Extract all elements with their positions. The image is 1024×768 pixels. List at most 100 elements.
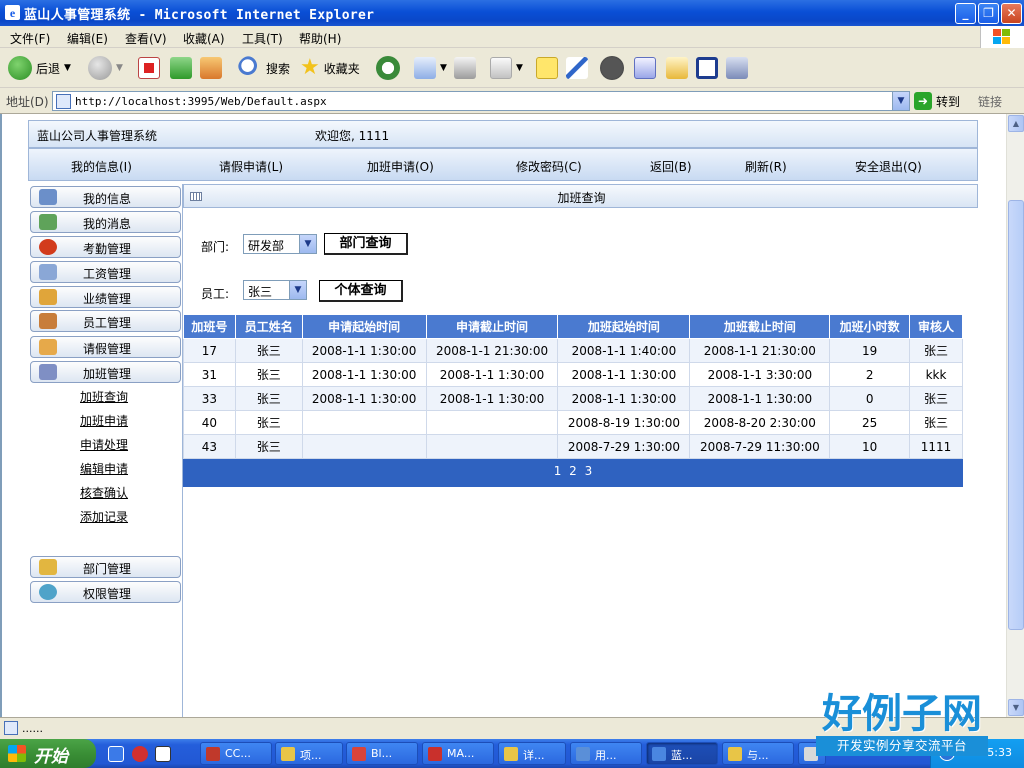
cell-reviewer: 张三 (909, 338, 963, 363)
back-dropdown-icon[interactable]: ▼ (64, 63, 71, 73)
page-link-1[interactable]: 1 (554, 464, 562, 478)
emp-select-value: 张三 (248, 285, 273, 299)
title-bar[interactable]: e 蓝山人事管理系统 - Microsoft Internet Explorer… (0, 0, 1024, 26)
tools-icon[interactable] (726, 57, 748, 79)
sidebar-item-overtime[interactable]: 加班管理 (30, 361, 181, 383)
sidebar-item-attendance[interactable]: 考勤管理 (30, 236, 181, 258)
emp-query-button[interactable]: 个体查询 (319, 280, 403, 302)
task-notepad[interactable]: 与... (722, 742, 794, 765)
messenger-icon[interactable] (566, 57, 588, 79)
table-row[interactable]: 31 张三 2008-1-1 1:30:00 2008-1-1 1:30:00 … (183, 362, 963, 387)
submenu-add-record[interactable]: 添加记录 (80, 508, 128, 525)
search-icon (238, 56, 262, 80)
dept-query-button[interactable]: 部门查询 (324, 233, 408, 255)
note-icon[interactable] (536, 57, 558, 79)
sidebar-item-employees[interactable]: 员工管理 (30, 310, 181, 332)
nav-leave-request[interactable]: 请假申请(L) (219, 158, 283, 175)
b-logo-icon[interactable] (696, 57, 718, 79)
submenu-overtime-apply[interactable]: 加班申请 (80, 412, 128, 429)
submenu-edit-request[interactable]: 编辑申请 (80, 460, 128, 477)
cell-overtime-end: 2008-1-1 3:30:00 (689, 362, 831, 387)
page-icon (56, 94, 71, 109)
home-icon[interactable] (200, 57, 222, 79)
links-button[interactable]: 链接 (978, 93, 1002, 110)
cell-overtime-end: 2008-7-29 11:30:00 (689, 434, 831, 459)
task-folder-project[interactable]: 项... (275, 742, 343, 765)
x-circle-icon[interactable] (600, 56, 624, 80)
forward-dropdown-icon[interactable]: ▼ (116, 63, 123, 73)
submenu-request-process[interactable]: 申请处理 (80, 436, 128, 453)
refresh-icon[interactable] (170, 57, 192, 79)
task-lanshan-active[interactable]: 蓝... (646, 742, 718, 765)
nav-overtime-request[interactable]: 加班申请(O) (367, 158, 434, 175)
menu-edit[interactable]: 编辑(E) (67, 30, 108, 47)
favorites-button[interactable]: ★ 收藏夹 (300, 54, 360, 82)
address-dropdown-icon[interactable]: ▼ (892, 92, 909, 110)
table-row[interactable]: 43 张三 2008-7-29 1:30:00 2008-7-29 11:30:… (183, 434, 963, 459)
pager: 1 2 3 (183, 458, 963, 487)
dept-select[interactable]: 研发部 ▼ (243, 234, 317, 254)
scroll-up-icon[interactable]: ▲ (1008, 115, 1024, 132)
task-user[interactable]: 用... (570, 742, 642, 765)
sidebar-item-my-info[interactable]: 我的信息 (30, 186, 181, 208)
stop-icon[interactable] (138, 57, 160, 79)
back-button[interactable]: 后退 ▼ (8, 54, 71, 82)
cell-overtime-id: 43 (183, 434, 236, 459)
task-ma[interactable]: MA... (422, 742, 494, 765)
emp-select[interactable]: 张三 ▼ (243, 280, 307, 300)
menu-file[interactable]: 文件(F) (10, 30, 50, 47)
task-folder-detail[interactable]: 详... (498, 742, 566, 765)
menu-tools[interactable]: 工具(T) (242, 30, 283, 47)
page-link-3[interactable]: 3 (585, 464, 593, 478)
sidebar-item-permissions[interactable]: 权限管理 (30, 581, 181, 603)
sidebar-item-performance[interactable]: 业绩管理 (30, 286, 181, 308)
quicklaunch-ie-icon[interactable] (108, 746, 124, 762)
address-url[interactable]: http://localhost:3995/Web/Default.aspx (75, 95, 327, 108)
go-button[interactable]: ➜ 转到 (914, 91, 960, 111)
sidebar-item-my-messages[interactable]: 我的消息 (30, 211, 181, 233)
task-bl[interactable]: Bl... (346, 742, 418, 765)
nav-refresh[interactable]: 刷新(R) (745, 158, 787, 175)
quicklaunch-runner-icon[interactable] (155, 746, 171, 762)
task-label: MA... (447, 747, 475, 760)
nav-back[interactable]: 返回(B) (650, 158, 692, 175)
submenu-overtime-query[interactable]: 加班查询 (80, 388, 128, 405)
bookmark-star-icon[interactable] (666, 57, 688, 79)
minimize-button[interactable]: _ (955, 3, 976, 24)
favorites-label: 收藏夹 (323, 61, 360, 76)
table-row[interactable]: 40 张三 2008-8-19 1:30:00 2008-8-20 2:30:0… (183, 410, 963, 435)
search-button[interactable]: 搜索 (238, 54, 290, 82)
page-link-2[interactable]: 2 (569, 464, 577, 478)
vertical-scrollbar[interactable]: ▲ ▼ (1006, 114, 1024, 717)
submenu-verify-confirm[interactable]: 核查确认 (80, 484, 128, 501)
watermark-subtitle: 开发实例分享交流平台 (816, 736, 988, 756)
col-header-overtime-id: 加班号 (183, 314, 236, 339)
menu-help[interactable]: 帮助(H) (299, 30, 341, 47)
sidebar-item-salary[interactable]: 工资管理 (30, 261, 181, 283)
nav-change-password[interactable]: 修改密码(C) (516, 158, 582, 175)
mail-icon[interactable] (414, 57, 436, 79)
menu-favorites[interactable]: 收藏(A) (183, 30, 225, 47)
quicklaunch-stop-icon[interactable] (132, 746, 148, 762)
edit-icon[interactable] (490, 57, 512, 79)
emp-label: 员工: (201, 287, 230, 301)
maximize-button[interactable]: ❐ (978, 3, 999, 24)
task-cc[interactable]: CC... (200, 742, 272, 765)
forward-button[interactable]: ▼ (88, 54, 123, 82)
col-header-apply-start: 申请起始时间 (301, 314, 427, 339)
history-icon[interactable] (376, 56, 400, 80)
close-button[interactable]: ✕ (1001, 3, 1022, 24)
address-input[interactable]: http://localhost:3995/Web/Default.aspx ▼ (52, 91, 910, 111)
menu-view[interactable]: 查看(V) (125, 30, 167, 47)
scroll-down-icon[interactable]: ▼ (1008, 699, 1024, 716)
table-row[interactable]: 33 张三 2008-1-1 1:30:00 2008-1-1 1:30:00 … (183, 386, 963, 411)
scroll-thumb[interactable] (1008, 200, 1024, 630)
sidebar-item-department[interactable]: 部门管理 (30, 556, 181, 578)
table-row[interactable]: 17 张三 2008-1-1 1:30:00 2008-1-1 21:30:00… (183, 338, 963, 363)
research-icon[interactable] (634, 57, 656, 79)
sidebar-item-leave[interactable]: 请假管理 (30, 336, 181, 358)
print-icon[interactable] (454, 57, 476, 79)
nav-logout[interactable]: 安全退出(Q) (855, 158, 922, 175)
start-button[interactable]: 开始 (0, 739, 96, 768)
nav-my-info[interactable]: 我的信息(I) (71, 158, 132, 175)
